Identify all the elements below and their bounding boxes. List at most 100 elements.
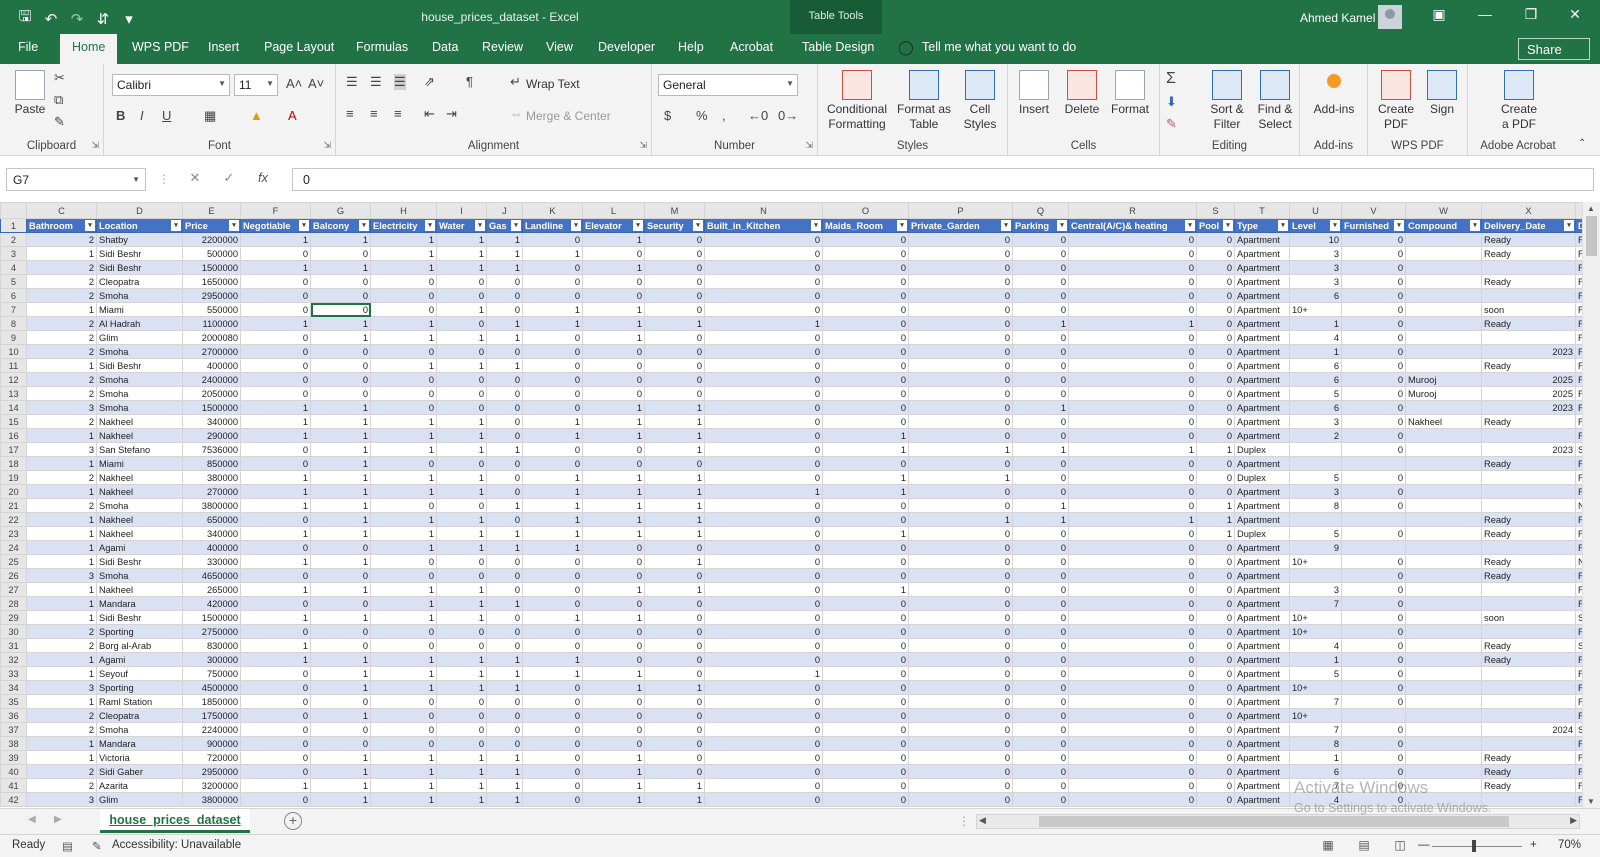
table-cell[interactable] [1481, 582, 1576, 597]
table-header-cell[interactable]: Central(A/C)& heating ▾ [1068, 218, 1197, 233]
table-cell[interactable]: 0 [240, 568, 311, 583]
table-cell[interactable]: 0 [1196, 554, 1235, 569]
table-cell[interactable]: 0 [822, 708, 909, 723]
sheet-tab[interactable]: house_prices_dataset [100, 809, 250, 833]
filter-dropdown-icon[interactable]: ▾ [85, 220, 95, 231]
table-cell[interactable]: 0 [704, 400, 823, 415]
table-cell[interactable]: 0 [310, 288, 371, 303]
table-cell[interactable]: 1 [26, 596, 97, 611]
table-cell[interactable]: 1 [1196, 442, 1235, 457]
table-cell[interactable]: Apartment [1234, 722, 1290, 737]
table-cell[interactable]: 0 [644, 386, 705, 401]
table-cell[interactable]: Sidi Beshr [96, 246, 183, 261]
table-cell[interactable]: 0 [486, 456, 523, 471]
table-cell[interactable]: 0 [370, 456, 437, 471]
table-cell[interactable]: 0 [436, 288, 487, 303]
table-cell[interactable]: 2 [26, 778, 97, 793]
name-box[interactable]: G7 ▼ [6, 168, 146, 191]
table-cell[interactable]: Apartment [1234, 316, 1290, 331]
table-cell[interactable]: Ready [1481, 414, 1576, 429]
row-number[interactable]: 20 [0, 484, 27, 499]
table-cell[interactable]: 1 [370, 484, 437, 499]
table-cell[interactable]: 1 [582, 750, 645, 765]
table-cell[interactable]: 1 [582, 582, 645, 597]
row-number[interactable]: 7 [0, 302, 27, 317]
table-cell[interactable]: 0 [582, 288, 645, 303]
table-cell[interactable]: 0 [1012, 288, 1069, 303]
table-cell[interactable]: 0 [486, 722, 523, 737]
table-cell[interactable]: 0 [1012, 540, 1069, 555]
underline-button[interactable]: U [162, 108, 171, 123]
table-cell[interactable]: 1 [522, 302, 583, 317]
table-cell[interactable]: 0 [704, 470, 823, 485]
table-cell[interactable]: 0 [582, 596, 645, 611]
row-number[interactable]: 41 [0, 778, 27, 793]
row-number[interactable]: 14 [0, 400, 27, 415]
table-header-cell[interactable]: Pool ▾ [1196, 218, 1235, 233]
table-cell[interactable]: 0 [1341, 260, 1406, 275]
table-cell[interactable]: Mandara [96, 596, 183, 611]
table-cell[interactable]: 0 [240, 442, 311, 457]
table-cell[interactable]: Apartment [1234, 792, 1290, 807]
table-cell[interactable]: 0 [1196, 624, 1235, 639]
table-cell[interactable]: 1 [582, 512, 645, 527]
table-cell[interactable]: 1 [486, 540, 523, 555]
clear-icon[interactable]: ✎ [1166, 116, 1177, 132]
filter-dropdown-icon[interactable]: ▾ [299, 220, 309, 231]
table-cell[interactable]: 0 [644, 372, 705, 387]
table-cell[interactable]: 1 [26, 428, 97, 443]
table-cell[interactable]: 1 [436, 414, 487, 429]
table-header-cell[interactable]: Type ▾ [1234, 218, 1290, 233]
table-cell[interactable] [1289, 568, 1342, 583]
table-cell[interactable]: 0 [1012, 582, 1069, 597]
table-cell[interactable] [1405, 470, 1482, 485]
table-cell[interactable]: 0 [1341, 498, 1406, 513]
table-cell[interactable]: 0 [822, 750, 909, 765]
table-cell[interactable]: 0 [522, 568, 583, 583]
table-cell[interactable]: 2023 [1481, 344, 1576, 359]
table-cell[interactable]: 0 [822, 652, 909, 667]
table-cell[interactable]: 1 [522, 484, 583, 499]
dialog-launcher-icon[interactable]: ⇲ [91, 140, 99, 151]
table-cell[interactable]: 0 [1068, 484, 1197, 499]
table-cell[interactable]: 3 [1289, 484, 1342, 499]
row-number[interactable]: 1 [0, 218, 27, 233]
table-cell[interactable]: Apartment [1234, 400, 1290, 415]
table-cell[interactable]: 1 [370, 246, 437, 261]
table-cell[interactable]: 0 [1012, 526, 1069, 541]
table-cell[interactable]: 0 [1196, 470, 1235, 485]
table-cell[interactable]: 0 [522, 624, 583, 639]
table-cell[interactable]: 0 [310, 386, 371, 401]
table-cell[interactable]: 0 [1068, 638, 1197, 653]
table-cell[interactable]: 1 [1196, 526, 1235, 541]
table-cell[interactable]: 0 [1068, 680, 1197, 695]
cut-icon[interactable]: ✂ [54, 70, 65, 86]
filter-dropdown-icon[interactable]: ▾ [1223, 220, 1233, 231]
table-cell[interactable]: 1 [522, 610, 583, 625]
table-cell[interactable]: 500000 [182, 246, 241, 261]
table-cell[interactable]: 0 [436, 694, 487, 709]
table-cell[interactable]: 0 [240, 750, 311, 765]
table-cell[interactable] [1405, 526, 1482, 541]
table-cell[interactable]: 1 [436, 512, 487, 527]
table-cell[interactable]: Apartment [1234, 414, 1290, 429]
column-letter[interactable]: W [1405, 202, 1482, 219]
row-number[interactable]: 24 [0, 540, 27, 555]
table-cell[interactable]: 0 [370, 568, 437, 583]
table-cell[interactable]: 1 [522, 526, 583, 541]
table-cell[interactable]: 1 [582, 526, 645, 541]
table-cell[interactable]: Apartment [1234, 232, 1290, 247]
table-cell[interactable]: 1 [310, 414, 371, 429]
table-cell[interactable]: 1 [26, 302, 97, 317]
table-cell[interactable]: Apartment [1234, 512, 1290, 527]
table-cell[interactable]: Mandara [96, 736, 183, 751]
borders-icon[interactable]: ▦ [204, 108, 216, 124]
table-cell[interactable]: 1 [436, 764, 487, 779]
table-cell[interactable]: 1 [436, 680, 487, 695]
row-number[interactable]: 39 [0, 750, 27, 765]
table-cell[interactable]: 0 [436, 344, 487, 359]
table-cell[interactable]: 0 [522, 344, 583, 359]
table-cell[interactable]: 0 [704, 232, 823, 247]
table-cell[interactable]: 0 [704, 764, 823, 779]
table-cell[interactable] [1289, 512, 1342, 527]
